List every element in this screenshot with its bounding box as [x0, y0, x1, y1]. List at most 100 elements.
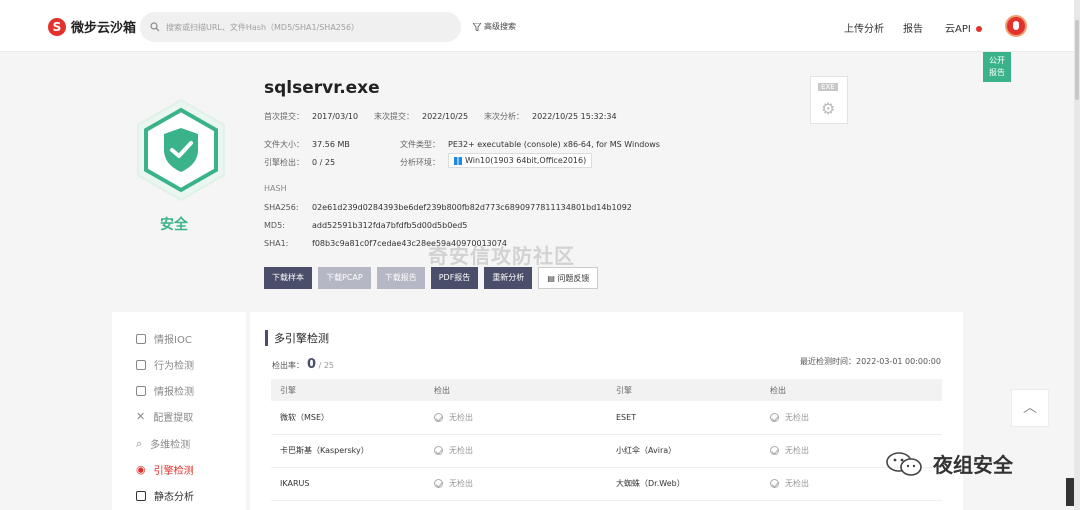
- check-circle-icon: [770, 446, 779, 455]
- last-submit-value: 2022/10/25: [422, 112, 469, 121]
- sidebar-item-label: 引擎检测: [153, 466, 194, 477]
- sha256-value: 02e61d239d0284393be6def239b800fb82d773c6…: [312, 203, 632, 212]
- table-header-row: 引擎 检出 引擎 检出: [271, 379, 942, 401]
- sidebar-item-engine[interactable]: ◉ 引擎检测: [136, 462, 194, 477]
- first-submit-value: 2017/03/10: [312, 112, 359, 121]
- engine-name: IKARUS: [271, 467, 425, 501]
- logo[interactable]: S 微步云沙箱: [48, 17, 136, 36]
- logo-icon: S: [48, 17, 66, 36]
- analysis-env: 分析环境： Win10(1903 64bit,Office2016): [400, 153, 593, 168]
- sha1-label: SHA1:: [264, 239, 289, 248]
- search-box[interactable]: [140, 12, 461, 42]
- detection-rate: 检出率： 0 / 25: [272, 357, 334, 372]
- top-bar: S 微步云沙箱 高级搜索 上传分析 报告 云API: [0, 0, 1080, 52]
- hash-title: HASH: [264, 184, 287, 193]
- public-report-line1: 公开: [989, 56, 1005, 65]
- search-icon: [150, 22, 160, 32]
- feedback-label: 问题反馈: [557, 274, 590, 283]
- latest-detection-label: 最近检测时间：: [800, 357, 856, 366]
- sidebar-item-label: 配置提取: [153, 413, 194, 424]
- col-header: 引擎: [271, 379, 425, 401]
- pdf-report-button[interactable]: PDF报告: [430, 267, 479, 289]
- action-buttons: 下载样本 下载PCAP 下载报告 PDF报告 重新分析 ▤ 问题反馈: [264, 267, 599, 289]
- corner-scroll-marker: [1066, 478, 1074, 506]
- sidebar-item-label: 情报IOC: [154, 335, 192, 346]
- advanced-search-link[interactable]: 高级搜索: [473, 21, 516, 32]
- file-type: 文件类型： PE32+ executable (console) x86-64, …: [400, 139, 660, 150]
- search-input[interactable]: [166, 22, 456, 32]
- sidebar-item-label: 多维检测: [150, 440, 191, 451]
- file-size-label: 文件大小：: [264, 140, 304, 149]
- table-row: 卡巴斯基（Kaspersky） 无检出 小红伞（Avira） 无检出: [271, 434, 942, 468]
- document-icon: [136, 333, 146, 344]
- md5-value: add52591b312fda7bfdfb5d00d5b0ed5: [312, 221, 468, 230]
- magnify-icon: ⌕: [136, 436, 143, 450]
- wechat-icon: [886, 451, 922, 476]
- side-nav: 情报IOC 行为检测 情报检测 ✕ 配置提取 ⌕ 多维检测 ◉ 引擎检测 静态分析: [112, 312, 246, 510]
- public-report-tab[interactable]: 公开 报告: [983, 52, 1011, 82]
- feedback-button[interactable]: ▤ 问题反馈: [538, 267, 599, 289]
- sidebar-item-static[interactable]: 静态分析: [136, 488, 194, 503]
- last-analysis-label: 末次分析：: [484, 112, 524, 121]
- nav-cloud-api-label: 云API: [945, 24, 971, 35]
- sidebar-item-label: 情报检测: [154, 387, 194, 398]
- detection-result-text: 无检出: [449, 446, 473, 455]
- last-analysis: 末次分析： 2022/10/25 15:32:34: [484, 111, 617, 122]
- grid-icon: [136, 385, 146, 396]
- analysis-env-chip[interactable]: Win10(1903 64bit,Office2016): [448, 153, 593, 168]
- check-circle-icon: [770, 479, 779, 488]
- first-submit: 首次提交： 2017/03/10: [264, 111, 358, 122]
- detection-result-text: 无检出: [449, 412, 473, 422]
- user-avatar[interactable]: [1005, 15, 1027, 37]
- sidebar-item-multi[interactable]: ⌕ 多维检测: [136, 436, 191, 452]
- engine-detection-value: 0 / 25: [312, 158, 336, 167]
- safe-shield-icon: [137, 98, 225, 202]
- sidebar-item-label: 静态分析: [154, 492, 194, 503]
- detection-result-text: 无检出: [785, 412, 809, 422]
- reanalyze-button[interactable]: 重新分析: [484, 267, 533, 289]
- check-circle-icon: [434, 479, 443, 488]
- last-analysis-value: 2022/10/25 15:32:34: [532, 112, 617, 121]
- detection-result: 无检出: [425, 401, 607, 435]
- analysis-env-value: Win10(1903 64bit,Office2016): [465, 156, 587, 165]
- detection-rate-value: 0: [307, 357, 317, 372]
- sidebar-item-intel[interactable]: 情报检测: [136, 383, 194, 398]
- file-size: 文件大小： 37.56 MB: [264, 139, 350, 150]
- api-badge-icon: [975, 26, 982, 32]
- first-submit-label: 首次提交：: [264, 112, 304, 121]
- file-size-value: 37.56 MB: [312, 140, 350, 149]
- windows-icon: [454, 156, 462, 165]
- sha256-row: SHA256: 02e61d239d0284393be6def239b800fb8…: [264, 203, 632, 212]
- watermark-text: 奇安信攻防社区: [428, 244, 575, 268]
- engine-name: ESET: [607, 401, 761, 435]
- file-name: sqlservr.exe: [264, 78, 380, 98]
- download-pcap-button[interactable]: 下载PCAP: [318, 267, 371, 289]
- back-to-top-button[interactable]: ︿: [1011, 389, 1049, 427]
- check-circle-icon: [434, 412, 443, 422]
- verdict-shield: [126, 95, 236, 205]
- check-circle-icon: [434, 446, 443, 455]
- nav-cloud-api[interactable]: 云API: [945, 20, 982, 35]
- exe-label: EXE: [818, 83, 838, 91]
- nav-report[interactable]: 报告: [903, 20, 923, 35]
- monitor-icon: [136, 359, 146, 370]
- md5-row: MD5: add52591b312fda7bfdfb5d00d5b0ed5: [264, 221, 467, 230]
- tools-icon: ✕: [136, 410, 146, 423]
- detection-result-text: 无检出: [785, 446, 809, 455]
- sidebar-item-config[interactable]: ✕ 配置提取: [136, 409, 193, 424]
- download-report-button[interactable]: 下载报告: [376, 267, 425, 289]
- page-scrollbar[interactable]: [1074, 0, 1080, 510]
- latest-detection-time: 2022-03-01 00:00:00: [856, 357, 941, 366]
- nav-upload-analysis[interactable]: 上传分析: [844, 20, 884, 35]
- engine-name: 大蜘蛛（Dr.Web）: [607, 467, 761, 501]
- sidebar-item-ioc[interactable]: 情报IOC: [136, 331, 192, 346]
- latest-detection: 最近检测时间：2022-03-01 00:00:00: [800, 356, 941, 367]
- sidebar-item-behavior[interactable]: 行为检测: [136, 357, 194, 372]
- download-sample-button[interactable]: 下载样本: [264, 267, 312, 289]
- target-icon: ◉: [136, 463, 146, 476]
- engine-name: 小红伞（Avira）: [607, 434, 761, 468]
- detection-result-text: 无检出: [449, 479, 473, 488]
- col-header: 引擎: [607, 379, 761, 401]
- detection-result: 无检出: [761, 401, 942, 435]
- filter-icon: [473, 22, 481, 31]
